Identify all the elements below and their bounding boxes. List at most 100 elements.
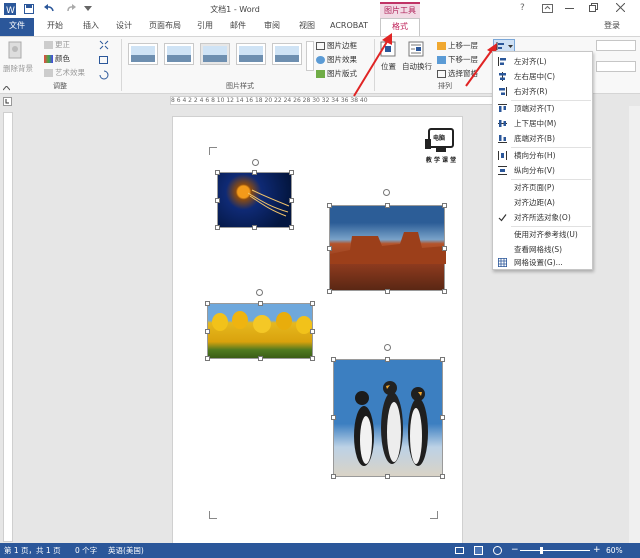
- vertical-scrollbar[interactable]: [629, 106, 640, 543]
- resize-handle[interactable]: [385, 289, 390, 294]
- help-icon[interactable]: ?: [520, 3, 525, 13]
- resize-handle[interactable]: [252, 170, 257, 175]
- styles-more-button[interactable]: [306, 41, 314, 71]
- menu-item-use-alignment-guides[interactable]: 使用对齐参考线(U): [493, 227, 592, 242]
- redo-icon[interactable]: [67, 4, 77, 14]
- horizontal-ruler[interactable]: 8 6 4 2 2 4 6 8 10 12 14 16 18 20 22 24 …: [170, 96, 495, 105]
- resize-handle[interactable]: [258, 356, 263, 361]
- resize-handle[interactable]: [289, 198, 294, 203]
- rotation-handle[interactable]: [383, 189, 390, 196]
- tab-home[interactable]: 开始: [40, 18, 70, 36]
- resize-handle[interactable]: [252, 225, 257, 230]
- page-count[interactable]: 第 1 页，共 1 页: [4, 543, 61, 558]
- rotation-handle[interactable]: [384, 344, 391, 351]
- resize-handle[interactable]: [442, 246, 447, 251]
- shape-height-input[interactable]: [596, 40, 636, 51]
- menu-item-align-selected-objects[interactable]: 对齐所选对象(O): [493, 210, 592, 225]
- resize-handle[interactable]: [215, 198, 220, 203]
- close-icon[interactable]: [616, 3, 625, 12]
- minimize-icon[interactable]: [565, 8, 574, 10]
- resize-handle[interactable]: [440, 415, 445, 420]
- restore-icon[interactable]: [589, 3, 598, 12]
- picture-style-4[interactable]: [236, 43, 266, 65]
- resize-handle[interactable]: [442, 289, 447, 294]
- zoom-slider-thumb[interactable]: [540, 547, 543, 554]
- tab-review[interactable]: 审阅: [258, 18, 286, 36]
- menu-item-distribute-vertical[interactable]: 纵向分布(V): [493, 163, 592, 178]
- menu-item-align-right[interactable]: 右对齐(R): [493, 84, 592, 99]
- resize-handle[interactable]: [440, 474, 445, 479]
- resize-handle[interactable]: [310, 301, 315, 306]
- resize-handle[interactable]: [205, 356, 210, 361]
- tab-design[interactable]: 设计: [110, 18, 138, 36]
- resize-handle[interactable]: [327, 289, 332, 294]
- resize-handle[interactable]: [215, 170, 220, 175]
- menu-item-align-left[interactable]: 左对齐(L): [493, 54, 592, 69]
- resize-handle[interactable]: [331, 357, 336, 362]
- picture-style-1[interactable]: [128, 43, 158, 65]
- resize-handle[interactable]: [440, 357, 445, 362]
- resize-handle[interactable]: [258, 301, 263, 306]
- resize-handle[interactable]: [442, 203, 447, 208]
- resize-handle[interactable]: [331, 415, 336, 420]
- ribbon-display-options-icon[interactable]: [542, 4, 553, 13]
- picture-style-3[interactable]: [200, 43, 230, 65]
- resize-handle[interactable]: [385, 203, 390, 208]
- login-link[interactable]: 登录: [598, 18, 626, 36]
- resize-handle[interactable]: [310, 356, 315, 361]
- rotation-handle[interactable]: [256, 289, 263, 296]
- read-mode-icon[interactable]: [455, 546, 464, 555]
- zoom-in-button[interactable]: +: [593, 543, 601, 558]
- picture-style-2[interactable]: [164, 43, 194, 65]
- resize-handle[interactable]: [385, 357, 390, 362]
- remove-background-button[interactable]: 删除背景: [3, 63, 33, 74]
- menu-item-distribute-horizontal[interactable]: 横向分布(H): [493, 148, 592, 163]
- save-icon[interactable]: [24, 4, 34, 14]
- word-count[interactable]: 0 个字: [75, 543, 97, 558]
- shape-width-input[interactable]: [596, 61, 636, 72]
- resize-handle[interactable]: [289, 170, 294, 175]
- corrections-button[interactable]: 更正: [44, 39, 70, 50]
- color-button[interactable]: 颜色: [44, 53, 70, 64]
- tulips-picture[interactable]: [207, 303, 313, 359]
- tab-references[interactable]: 引用: [192, 18, 218, 36]
- resize-handle[interactable]: [205, 329, 210, 334]
- resize-handle[interactable]: [385, 474, 390, 479]
- menu-item-grid-settings[interactable]: 网格设置(G)...: [493, 255, 592, 270]
- resize-handle[interactable]: [331, 474, 336, 479]
- resize-handle[interactable]: [327, 203, 332, 208]
- change-picture-icon[interactable]: [99, 55, 109, 65]
- menu-item-align-middle[interactable]: 上下居中(M): [493, 116, 592, 131]
- zoom-out-button[interactable]: −: [511, 543, 519, 558]
- language-indicator[interactable]: 英语(美国): [108, 543, 144, 558]
- jellyfish-picture[interactable]: [217, 172, 292, 228]
- resize-handle[interactable]: [289, 225, 294, 230]
- rotation-handle[interactable]: [252, 159, 259, 166]
- tab-insert[interactable]: 插入: [76, 18, 106, 36]
- picture-style-5[interactable]: [272, 43, 302, 65]
- wrap-text-button[interactable]: 自动换行: [402, 61, 432, 72]
- tab-mailings[interactable]: 邮件: [224, 18, 252, 36]
- resize-handle[interactable]: [205, 301, 210, 306]
- collapse-ribbon-icon[interactable]: [3, 86, 10, 91]
- zoom-slider[interactable]: [520, 550, 590, 551]
- tab-selector-icon[interactable]: [3, 97, 12, 106]
- artistic-effects-button[interactable]: 艺术效果: [44, 67, 85, 78]
- menu-item-align-to-page[interactable]: 对齐页面(P): [493, 180, 592, 195]
- undo-icon[interactable]: [43, 4, 55, 14]
- compress-pictures-icon[interactable]: [99, 40, 109, 50]
- desert-picture[interactable]: [329, 205, 446, 291]
- resize-handle[interactable]: [327, 246, 332, 251]
- tab-view[interactable]: 视图: [293, 18, 321, 36]
- tab-file[interactable]: 文件: [0, 18, 34, 36]
- print-layout-icon[interactable]: [474, 546, 483, 555]
- menu-item-align-top[interactable]: 顶端对齐(T): [493, 101, 592, 116]
- penguins-picture[interactable]: [333, 359, 443, 477]
- menu-item-align-to-margin[interactable]: 对齐边距(A): [493, 195, 592, 210]
- web-layout-icon[interactable]: [493, 546, 502, 555]
- zoom-level[interactable]: 60%: [606, 543, 623, 558]
- tab-page-layout[interactable]: 页面布局: [144, 18, 186, 36]
- document-page[interactable]: 电脑 教 学 课 堂: [172, 116, 463, 546]
- reset-picture-icon[interactable]: [99, 70, 109, 80]
- customize-qat-icon[interactable]: [84, 6, 92, 12]
